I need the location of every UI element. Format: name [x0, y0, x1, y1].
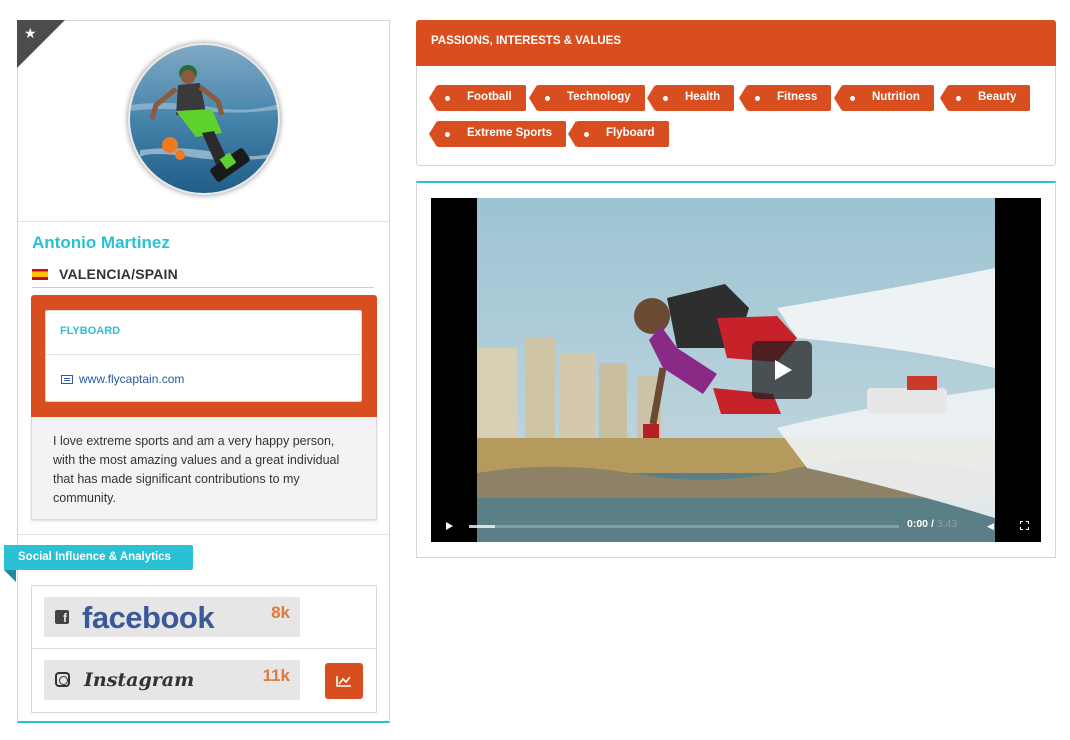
tag-extreme-sports[interactable]: Extreme Sports: [428, 121, 567, 147]
tag-football[interactable]: Football: [429, 85, 526, 111]
video-panel: 0:00 / 3:43 ◀: [416, 181, 1056, 558]
tag-flyboard[interactable]: Flyboard: [568, 121, 669, 147]
instagram-logo: Instagram: [84, 669, 195, 691]
tag-health[interactable]: Health: [646, 85, 735, 111]
divider: [18, 534, 389, 535]
star-icon: ★: [24, 26, 37, 42]
video-player[interactable]: 0:00 / 3:43 ◀: [431, 198, 1041, 542]
play-icon[interactable]: [446, 522, 453, 530]
video-poster: [477, 198, 995, 542]
page: ★ Antonio Martinez VALENCIA/SPAIN FLYBOA…: [0, 0, 1070, 740]
website-icon: [61, 374, 73, 384]
play-button-large[interactable]: [752, 341, 812, 399]
facebook-row[interactable]: f facebook 8k: [44, 597, 300, 637]
location-row: VALENCIA/SPAIN: [32, 265, 374, 288]
progress-bar[interactable]: [469, 525, 899, 528]
instagram-row[interactable]: Instagram 11k: [44, 660, 300, 700]
activity-banner: FLYBOARD www.flycaptain.com: [31, 295, 377, 417]
website-link[interactable]: www.flycaptain.com: [61, 372, 184, 386]
spain-flag-icon: [32, 269, 48, 280]
divider: [18, 221, 389, 222]
location-text: VALENCIA/SPAIN: [59, 265, 178, 282]
tag-beauty[interactable]: Beauty: [939, 85, 1031, 111]
profile-card: ★ Antonio Martinez VALENCIA/SPAIN FLYBOA…: [4, 20, 390, 723]
analytics-button[interactable]: [325, 663, 363, 699]
video-frame: [477, 198, 995, 542]
profile-name[interactable]: Antonio Martinez: [32, 233, 170, 253]
divider: [46, 354, 361, 355]
time-separator: /: [930, 518, 934, 530]
facebook-icon: f: [55, 610, 69, 625]
volume-icon[interactable]: ◀: [987, 522, 994, 532]
divider: [32, 648, 376, 649]
avatar[interactable]: [128, 43, 280, 195]
social-section-label: Social Influence & Analytics: [4, 545, 193, 570]
website-link-text[interactable]: www.flycaptain.com: [79, 372, 184, 386]
tag-nutrition[interactable]: Nutrition: [834, 85, 934, 111]
fullscreen-icon[interactable]: [1020, 521, 1029, 530]
social-stats-box: f facebook 8k Instagram 11k: [31, 585, 377, 713]
instagram-icon: [55, 672, 70, 687]
facebook-logo: facebook: [82, 600, 215, 635]
time-display: 0:00 / 3:43: [907, 518, 957, 530]
avatar-image: [130, 45, 278, 193]
tag-fitness[interactable]: Fitness: [738, 85, 832, 111]
ribbon-fold: [4, 570, 16, 582]
video-controls: 0:00 / 3:43 ◀: [431, 510, 1041, 542]
passions-panel: PASSIONS, INTERESTS & VALUES Football Te…: [416, 20, 1056, 166]
tag-technology[interactable]: Technology: [529, 85, 645, 111]
duration: 3:43: [936, 518, 958, 530]
progress-fill: [469, 525, 495, 528]
activity-title: FLYBOARD: [60, 325, 121, 337]
instagram-count: 11k: [262, 666, 290, 685]
facebook-count: 8k: [271, 603, 290, 622]
passions-title: PASSIONS, INTERESTS & VALUES: [416, 20, 1056, 66]
activity-card: FLYBOARD www.flycaptain.com: [45, 310, 362, 402]
bio-text: I love extreme sports and am a very happ…: [31, 417, 377, 520]
trend-chart-icon: [336, 676, 351, 687]
current-time: 0:00: [907, 518, 929, 530]
